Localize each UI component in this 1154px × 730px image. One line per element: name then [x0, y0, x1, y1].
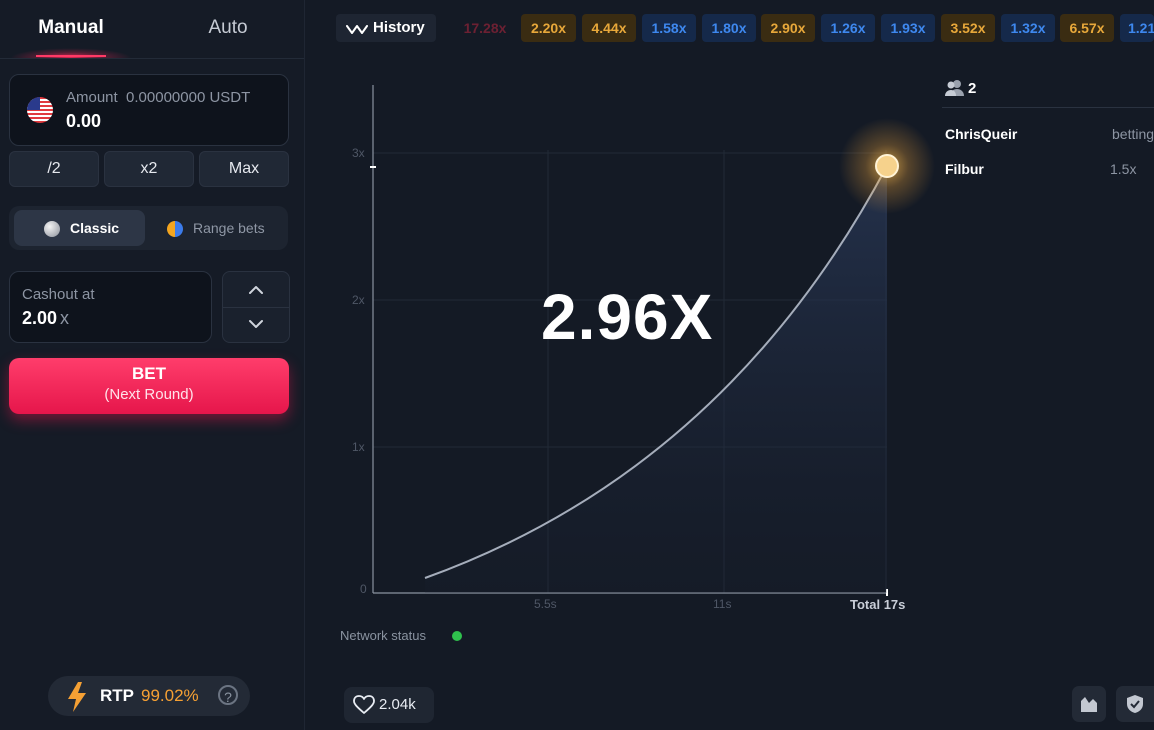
- chevron-down-icon: [249, 320, 263, 328]
- player-status: betting: [1112, 126, 1154, 142]
- x-tick: 5.5s: [534, 597, 557, 611]
- increase-button[interactable]: [223, 272, 289, 308]
- crash-chart: 3x 2x 1x 0 5.5s 11s Total 17s: [352, 85, 935, 612]
- players-count: 2: [968, 80, 977, 97]
- amount-balance: 0.00000000 USDT: [126, 89, 251, 106]
- shield-check-icon: [1127, 695, 1143, 713]
- bet-panel: Manual Auto Amount 0.00000000 USDT 0.00 …: [0, 0, 305, 730]
- max-button[interactable]: Max: [199, 151, 289, 187]
- y-tick: 2x: [352, 293, 365, 307]
- y-tick: 3x: [352, 146, 365, 160]
- ball-icon: [875, 154, 899, 178]
- rtp-badge: RTP 99.02% ?: [48, 676, 250, 716]
- x-tick: 11s: [713, 597, 731, 611]
- x-tick-total: Total 17s: [850, 597, 905, 612]
- bet-mode-toggle: Classic Range bets: [9, 206, 288, 250]
- network-status-dot: [452, 631, 462, 641]
- bet-button-subtitle: (Next Round): [104, 386, 194, 403]
- classic-label: Classic: [70, 220, 120, 236]
- players-divider: [942, 107, 1154, 108]
- cashout-value[interactable]: 2.00 x: [22, 308, 69, 329]
- decrease-button[interactable]: [223, 307, 289, 342]
- cashout-number: 2.00: [22, 308, 58, 328]
- tab-manual[interactable]: Manual: [0, 0, 142, 58]
- y-tick: 1x: [352, 440, 365, 454]
- chart-icon: [1081, 697, 1097, 712]
- rtp-label: RTP: [100, 686, 134, 705]
- lightning-icon: [68, 682, 86, 712]
- player-name: Filbur: [945, 161, 984, 177]
- classic-ball-icon: [44, 221, 60, 237]
- like-button[interactable]: 2.04k: [344, 687, 434, 723]
- y-tick: 0: [360, 582, 367, 596]
- mode-tabs: Manual Auto: [0, 0, 304, 59]
- range-bets-option[interactable]: Range bets: [151, 210, 283, 246]
- cashout-suffix: x: [60, 308, 70, 328]
- amount-label-text: Amount: [66, 89, 118, 106]
- range-ball-icon: [167, 221, 183, 237]
- bet-button[interactable]: BET (Next Round): [9, 358, 289, 414]
- heart-icon: [353, 695, 375, 714]
- bet-button-title: BET: [132, 364, 166, 383]
- player-cashout: 1.5x: [1110, 161, 1137, 177]
- cashout-label: Cashout at: [22, 286, 95, 303]
- amount-value[interactable]: 0.00: [66, 111, 101, 132]
- curve-area: [425, 166, 887, 593]
- cashout-stepper: [222, 271, 290, 343]
- cashout-field[interactable]: Cashout at 2.00 x: [9, 271, 212, 343]
- usd-flag-icon: [27, 97, 53, 123]
- fairness-button[interactable]: [1116, 686, 1154, 722]
- amount-field[interactable]: Amount 0.00000000 USDT 0.00: [9, 74, 289, 146]
- current-multiplier: 2.96X: [541, 281, 714, 353]
- chevron-up-icon: [249, 286, 263, 294]
- network-status-label: Network status: [340, 628, 426, 643]
- game-area: History 17.28x 2.20x 4.44x 1.58x 1.80x 2…: [305, 0, 1154, 730]
- amount-label: Amount 0.00000000 USDT: [66, 89, 250, 106]
- half-button[interactable]: /2: [9, 151, 99, 187]
- double-button[interactable]: x2: [104, 151, 194, 187]
- tab-auto[interactable]: Auto: [152, 0, 304, 58]
- likes-count: 2.04k: [379, 696, 416, 713]
- rtp-value: 99.02%: [141, 686, 199, 705]
- stats-button[interactable]: [1072, 686, 1106, 722]
- help-icon[interactable]: ?: [218, 685, 238, 705]
- player-name: ChrisQueir: [945, 126, 1018, 142]
- users-icon: [945, 80, 964, 96]
- classic-option[interactable]: Classic: [14, 210, 145, 246]
- range-bets-label: Range bets: [193, 220, 265, 236]
